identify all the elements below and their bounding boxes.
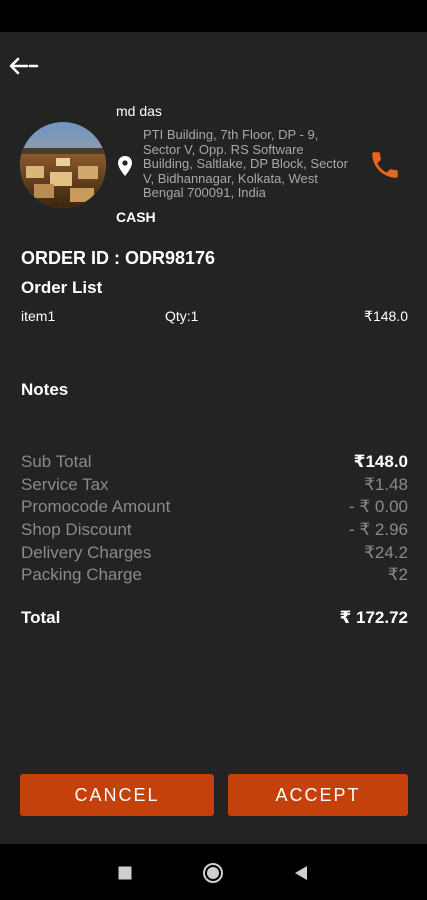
system-navigation-bar — [0, 844, 427, 900]
home-button[interactable] — [202, 862, 224, 884]
summary-value: ₹24.2 — [364, 542, 408, 562]
system-back-button[interactable] — [290, 862, 312, 884]
call-button[interactable] — [368, 148, 402, 187]
order-detail-screen: md das PTI Building, 7th Floor, DP - 9, … — [0, 32, 427, 844]
price-summary: Sub Total ₹148.0 Service Tax ₹1.48 Promo… — [21, 452, 408, 588]
recents-button[interactable] — [114, 862, 136, 884]
order-id: ORDER ID : ODR98176 — [21, 248, 216, 268]
summary-value: ₹148.0 — [353, 452, 408, 471]
summary-row-shop-discount: Shop Discount - ₹ 2.96 — [21, 520, 408, 543]
item-qty: Qty:1 — [165, 308, 199, 324]
summary-label: Packing Charge — [21, 565, 142, 585]
payment-method: CASH — [116, 209, 156, 225]
summary-label: Shop Discount — [21, 520, 132, 540]
customer-name: md das — [116, 103, 162, 119]
cancel-button[interactable]: CANCEL — [20, 774, 214, 816]
list-item: item1 Qty:1 ₹148.0 — [21, 308, 408, 328]
status-bar — [0, 0, 427, 32]
summary-label: Promocode Amount — [21, 497, 171, 517]
summary-label: Delivery Charges — [21, 542, 152, 562]
summary-value: - ₹ 2.96 — [348, 520, 408, 540]
item-name: item1 — [21, 308, 56, 324]
triangle-back-icon — [295, 866, 307, 880]
summary-row-subtotal: Sub Total ₹148.0 — [21, 452, 408, 475]
accept-button[interactable]: ACCEPT — [228, 774, 408, 816]
notes-title: Notes — [21, 380, 69, 399]
order-list-title: Order List — [21, 278, 103, 297]
back-button[interactable] — [8, 50, 48, 82]
summary-label: Sub Total — [21, 452, 92, 471]
summary-row-packing: Packing Charge ₹2 — [21, 565, 408, 588]
summary-row-promocode: Promocode Amount - ₹ 0.00 — [21, 497, 408, 520]
circle-icon — [203, 863, 223, 883]
location-pin-icon — [118, 156, 132, 176]
summary-label: Service Tax — [21, 474, 109, 494]
item-price: ₹148.0 — [364, 308, 408, 324]
phone-icon — [372, 152, 398, 178]
total-label: Total — [21, 608, 61, 627]
summary-value: - ₹ 0.00 — [348, 497, 408, 517]
square-icon — [118, 866, 132, 880]
summary-value: ₹2 — [387, 565, 408, 585]
shop-avatar — [20, 122, 106, 208]
summary-value: ₹1.48 — [364, 474, 408, 494]
arrow-left-icon — [9, 57, 39, 75]
summary-row-service-tax: Service Tax ₹1.48 — [21, 475, 408, 498]
total-value: ₹ 172.72 — [339, 608, 408, 627]
customer-address: PTI Building, 7th Floor, DP - 9, Sector … — [143, 127, 348, 200]
summary-row-delivery: Delivery Charges ₹24.2 — [21, 543, 408, 566]
